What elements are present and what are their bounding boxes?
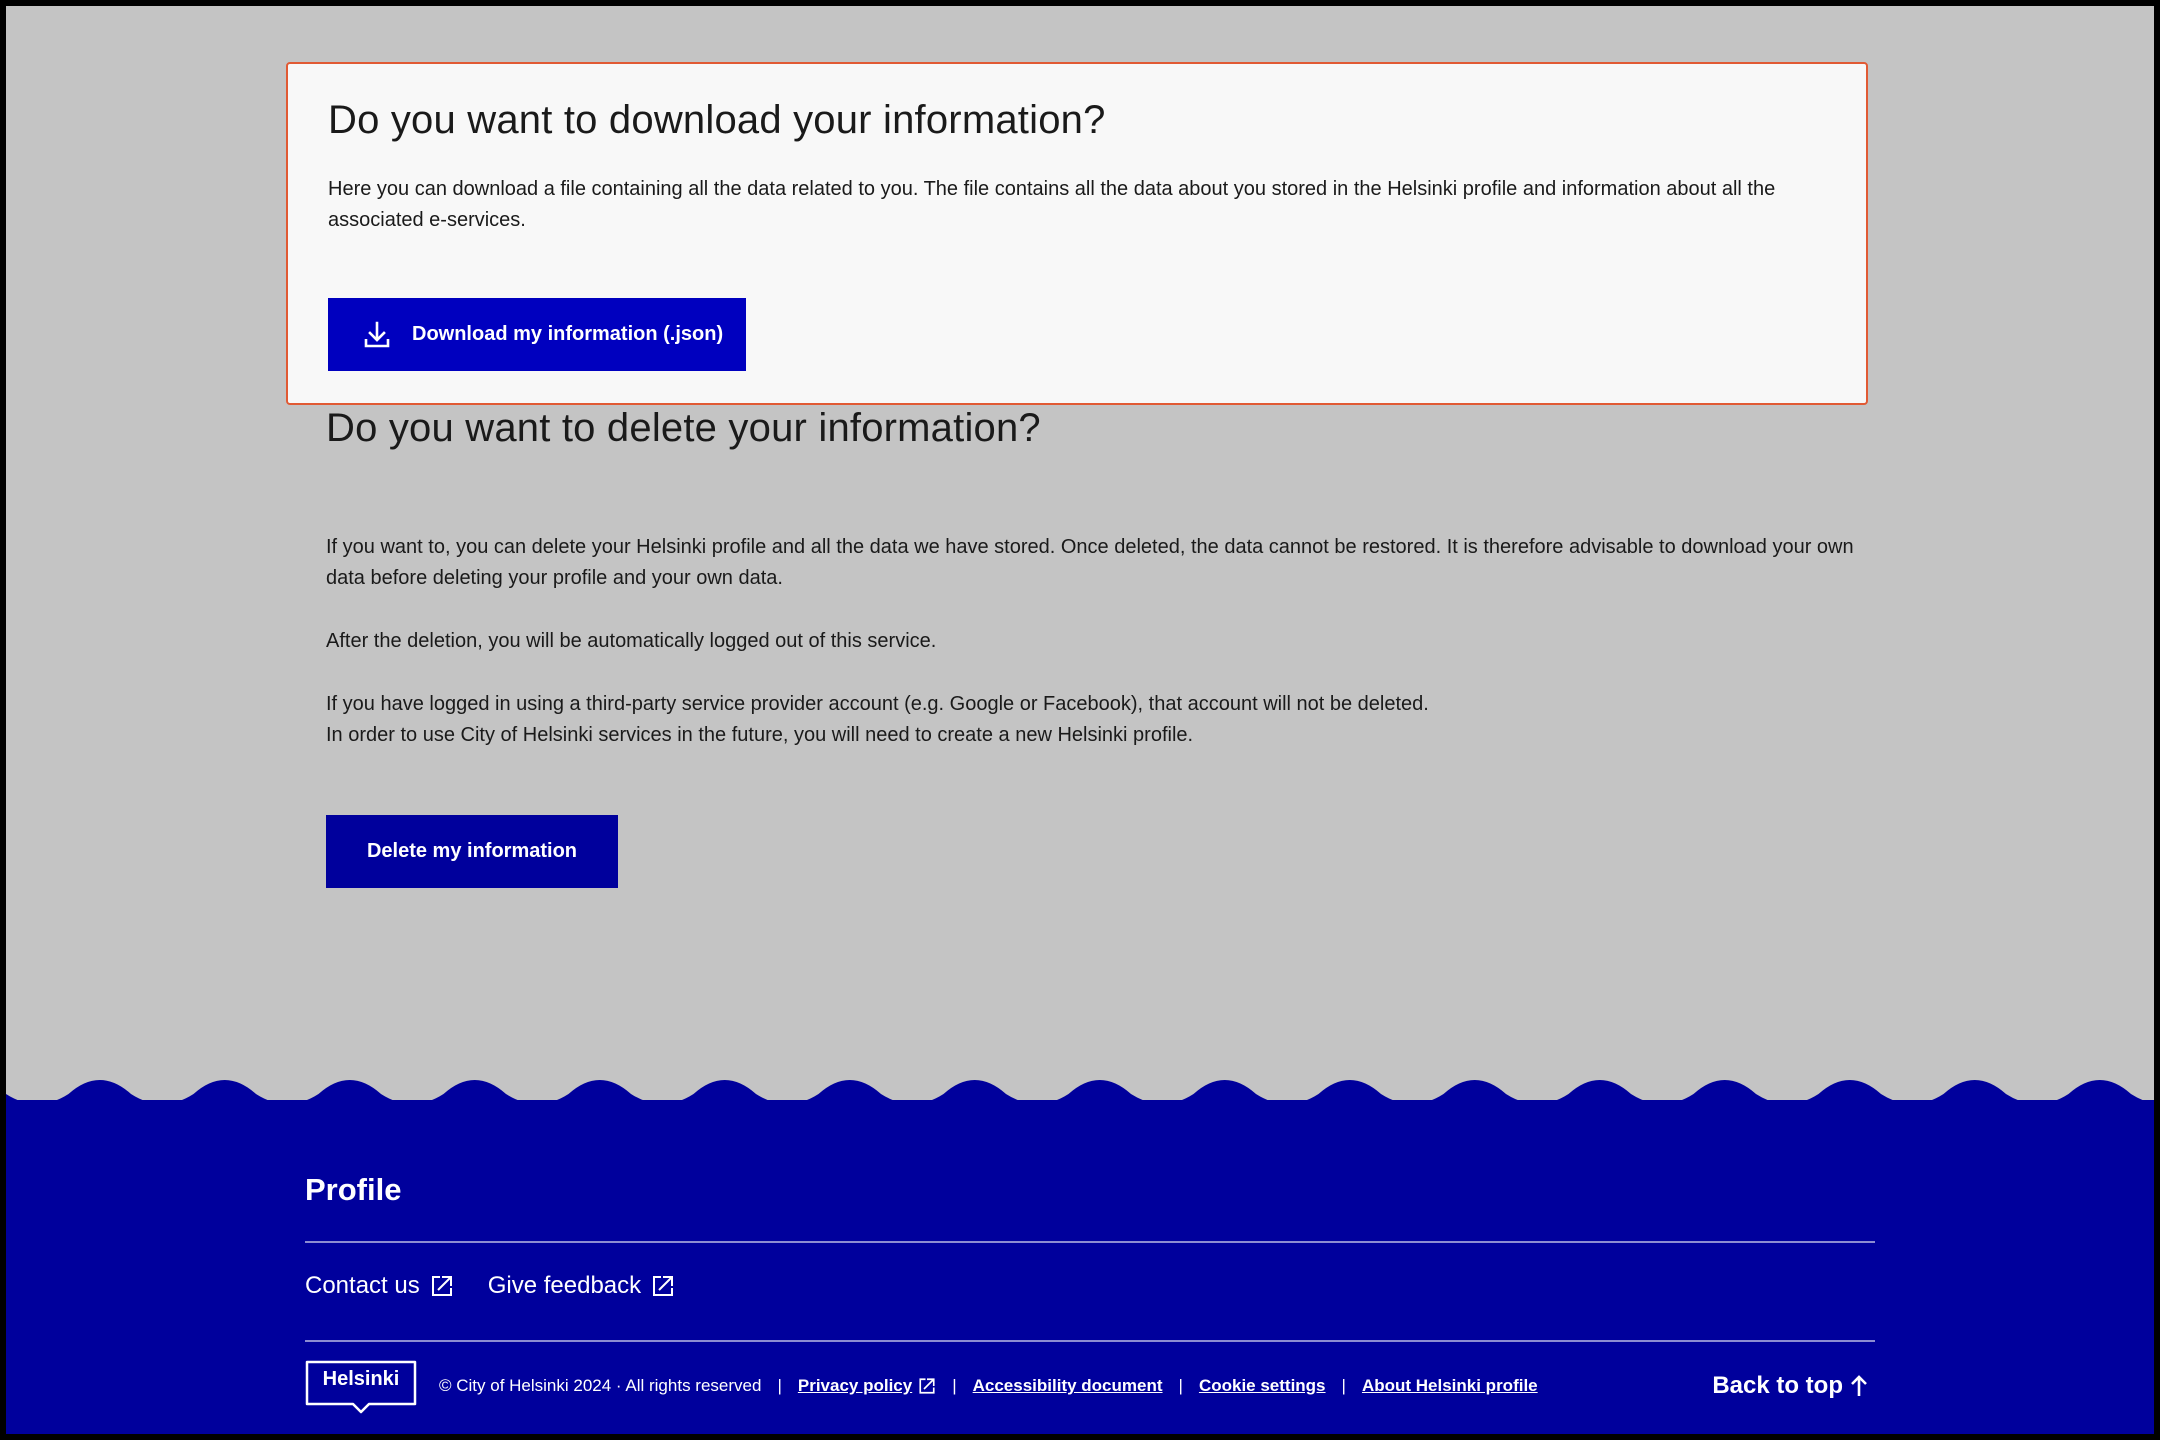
separator: |: [952, 1376, 957, 1395]
helsinki-logo-text: Helsinki: [322, 1368, 400, 1390]
copyright-text: © City of Helsinki 2024 · All rights res…: [439, 1376, 762, 1395]
separator: |: [1341, 1376, 1346, 1395]
delete-paragraph-1: If you want to, you can delete your Hels…: [326, 536, 1854, 589]
delete-paragraph-3-line-2: In order to use City of Helsinki service…: [326, 724, 1194, 746]
separator: |: [777, 1376, 782, 1395]
external-link-icon: [651, 1274, 675, 1298]
back-to-top-label: Back to top: [1712, 1372, 1843, 1399]
give-feedback-label: Give feedback: [487, 1272, 642, 1299]
cookie-settings-link[interactable]: Cookie settings: [1199, 1376, 1326, 1396]
helsinki-logo[interactable]: Helsinki: [305, 1360, 417, 1414]
delete-paragraph-2: After the deletion, you will be automati…: [326, 630, 937, 652]
download-card: Do you want to download your information…: [286, 62, 1868, 405]
back-to-top-link[interactable]: Back to top: [1712, 1372, 1869, 1400]
legal-links: © City of Helsinki 2024 · All rights res…: [439, 1376, 1538, 1396]
download-icon: [362, 320, 392, 350]
footer-title: Profile: [305, 1172, 402, 1207]
footer-divider: [305, 1340, 1875, 1342]
privacy-policy-label: Privacy policy: [797, 1376, 913, 1395]
separator: |: [1178, 1376, 1183, 1395]
arrow-up-icon: [1851, 1375, 1867, 1396]
delete-title: Do you want to delete your information?: [326, 406, 1041, 450]
delete-paragraph-3: If you have logged in using a third-part…: [326, 689, 1856, 751]
download-button-label: Download my information (.json): [412, 323, 724, 345]
give-feedback-link[interactable]: Give feedback: [488, 1272, 675, 1300]
contact-us-label: Contact us: [305, 1272, 420, 1299]
footer: Profile Contact us Give feedback Helsink…: [6, 1100, 2154, 1434]
download-button[interactable]: Download my information (.json): [328, 298, 746, 371]
privacy-policy-link[interactable]: Privacy policy: [798, 1376, 936, 1396]
delete-button-label: Delete my information: [366, 840, 578, 862]
page: Do you want to download your information…: [6, 6, 2154, 1434]
external-link-icon: [919, 1378, 935, 1394]
accessibility-document-link[interactable]: Accessibility document: [973, 1376, 1163, 1396]
footer-links: Contact us Give feedback: [305, 1272, 675, 1300]
contact-us-link[interactable]: Contact us: [305, 1272, 454, 1300]
footer-bottom-bar: Helsinki © City of Helsinki 2024 · All r…: [305, 1358, 1875, 1414]
download-title: Do you want to download your information…: [328, 98, 1106, 142]
external-link-icon: [430, 1274, 454, 1298]
delete-paragraph-3-line-1: If you have logged in using a third-part…: [326, 693, 1429, 715]
delete-button[interactable]: Delete my information: [326, 815, 618, 888]
download-description: Here you can download a file containing …: [328, 178, 1776, 231]
about-helsinki-profile-link[interactable]: About Helsinki profile: [1362, 1376, 1538, 1396]
footer-divider: [305, 1241, 1875, 1243]
